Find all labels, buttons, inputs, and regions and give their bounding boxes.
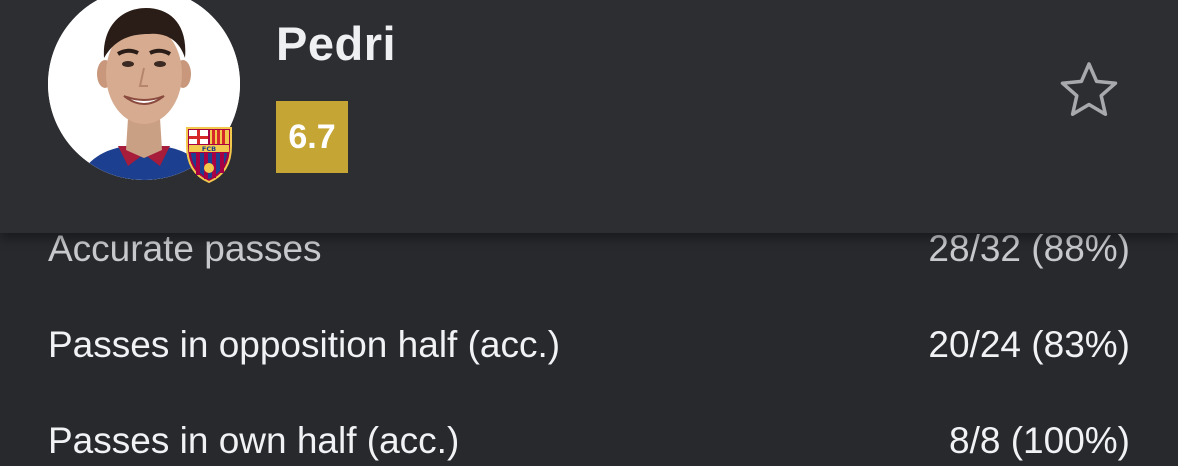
stat-value: 20/24 (83%) bbox=[928, 324, 1130, 365]
stat-row-passes-own-half: Passes in own half (acc.) 8/8 (100%) bbox=[48, 416, 1130, 466]
star-outline-icon bbox=[1060, 62, 1118, 116]
stat-label: Passes in own half (acc.) bbox=[48, 420, 460, 461]
club-crest-letters: FCB bbox=[202, 145, 216, 153]
stat-value: 8/8 (100%) bbox=[949, 420, 1130, 461]
fc-barcelona-crest-icon: FCB bbox=[186, 127, 232, 184]
stat-label: Passes in opposition half (acc.) bbox=[48, 324, 561, 365]
stat-row-passes-opposition-half: Passes in opposition half (acc.) 20/24 (… bbox=[48, 320, 1130, 370]
player-name: Pedri bbox=[276, 17, 397, 70]
player-header: FCB Pedri 6.7 bbox=[0, 0, 1178, 233]
favorite-button[interactable] bbox=[1058, 60, 1120, 120]
rating-badge: 6.7 bbox=[276, 101, 348, 173]
